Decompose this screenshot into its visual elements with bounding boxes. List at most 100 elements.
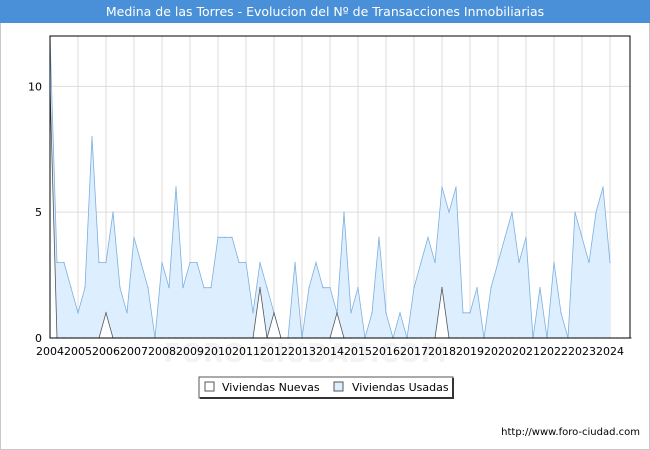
legend: Viviendas Nuevas Viviendas Usadas	[198, 376, 454, 399]
data-point-usadas	[462, 312, 464, 314]
data-point-usadas	[448, 211, 450, 213]
data-point-usadas	[378, 236, 380, 238]
data-point-usadas	[56, 261, 58, 264]
data-point-usadas	[119, 287, 121, 289]
chart-svg: FORO-CIUDAD.COM 0510 2004 2005 2006 2007 200…	[28, 35, 632, 399]
data-point-usadas	[469, 312, 471, 314]
data-point-usadas	[245, 261, 247, 264]
x-tick-label: 2020	[484, 345, 512, 358]
y-tick-label: 10	[28, 80, 42, 93]
x-tick-label: 2024	[596, 345, 624, 358]
data-point-usadas	[84, 287, 86, 289]
data-point-usadas	[98, 261, 100, 264]
data-point-usadas	[490, 287, 492, 289]
data-point-usadas	[588, 261, 590, 264]
data-point-usadas	[399, 312, 401, 314]
data-point-usadas	[525, 236, 527, 238]
data-point-usadas	[308, 287, 310, 289]
x-tick-label: 2021	[512, 345, 540, 358]
data-point-usadas	[182, 287, 184, 289]
data-point-usadas	[70, 287, 72, 289]
data-point-usadas	[189, 261, 191, 264]
legend-label-nuevas: Viviendas Nuevas	[222, 381, 320, 394]
data-point-usadas	[574, 211, 576, 213]
data-point-usadas	[476, 287, 478, 289]
data-point-usadas	[329, 287, 331, 289]
data-point-usadas	[315, 261, 317, 264]
data-point-usadas	[147, 287, 149, 289]
x-tick-label: 2016	[372, 345, 400, 358]
x-tick-label: 2019	[456, 345, 484, 358]
x-tick-label: 2013	[288, 345, 316, 358]
data-point-usadas	[252, 312, 254, 314]
data-point-usadas	[168, 287, 170, 289]
x-tick-label: 2015	[344, 345, 372, 358]
x-tick-label: 2007	[120, 345, 148, 358]
legend-swatch-usadas	[333, 381, 344, 392]
x-tick-label: 2012	[260, 345, 288, 358]
data-point-usadas	[371, 312, 373, 314]
x-tick-label: 2010	[204, 345, 232, 358]
data-point-usadas	[609, 261, 611, 264]
x-axis-ticks: 2004 2005 2006 2007 2008 2009 2010 2011 2012 2013…	[36, 345, 624, 358]
data-point-usadas	[455, 186, 457, 188]
y-tick-label: 5	[35, 206, 42, 219]
data-point-usadas	[77, 312, 79, 314]
data-point-usadas	[511, 211, 513, 213]
y-axis-ticks: 0 5 10	[28, 80, 42, 345]
x-tick-label: 2006	[92, 345, 120, 358]
data-point-usadas	[343, 211, 345, 213]
data-point-usadas	[259, 261, 261, 264]
data-point-nuevas	[630, 337, 632, 339]
data-point-usadas	[602, 186, 604, 188]
data-point-usadas	[434, 261, 436, 264]
data-point-usadas	[595, 211, 597, 213]
x-tick-label: 2017	[400, 345, 428, 358]
data-point-usadas	[427, 236, 429, 238]
x-tick-label: 2014	[316, 345, 344, 358]
data-point-usadas	[322, 287, 324, 289]
legend-swatch-nuevas	[204, 381, 215, 392]
data-point-usadas	[105, 261, 107, 264]
data-point-usadas	[217, 236, 219, 238]
data-point-usadas	[357, 287, 359, 289]
data-point-nuevas	[105, 312, 107, 314]
x-tick-label: 2009	[176, 345, 204, 358]
data-point-usadas	[581, 236, 583, 238]
data-point-usadas	[518, 261, 520, 264]
data-point-usadas	[231, 236, 233, 238]
x-tick-label: 2022	[540, 345, 568, 358]
x-tick-label: 2018	[428, 345, 456, 358]
data-point-usadas	[112, 211, 114, 213]
y-tick-label: 0	[35, 332, 42, 345]
footer-url: http://www.foro-ciudad.com	[501, 427, 640, 438]
data-point-nuevas	[273, 312, 275, 314]
x-tick-label: 2008	[148, 345, 176, 358]
data-point-usadas	[63, 261, 65, 264]
data-point-usadas	[504, 236, 506, 238]
x-tick-label: 2004	[36, 345, 64, 358]
x-tick-label: 2023	[568, 345, 596, 358]
data-point-usadas	[224, 236, 226, 238]
data-point-usadas	[497, 261, 499, 264]
data-point-usadas	[560, 312, 562, 314]
data-point-usadas	[196, 261, 198, 264]
data-point-usadas	[350, 312, 352, 314]
data-point-usadas	[553, 261, 555, 264]
data-point-usadas	[210, 287, 212, 289]
x-tick-label: 2005	[64, 345, 92, 358]
data-point-usadas	[413, 287, 415, 289]
data-point-usadas	[161, 261, 163, 264]
data-point-usadas	[294, 261, 296, 264]
data-point-usadas	[175, 186, 177, 188]
data-point-usadas	[441, 186, 443, 188]
data-point-usadas	[133, 236, 135, 238]
data-point-usadas	[385, 312, 387, 314]
data-point-usadas	[266, 287, 268, 289]
data-point-usadas	[420, 261, 422, 264]
data-point-usadas	[126, 312, 128, 314]
series-layer	[49, 35, 632, 340]
data-point-usadas	[203, 287, 205, 289]
data-point-usadas	[539, 287, 541, 289]
legend-label-usadas: Viviendas Usadas	[352, 381, 449, 394]
